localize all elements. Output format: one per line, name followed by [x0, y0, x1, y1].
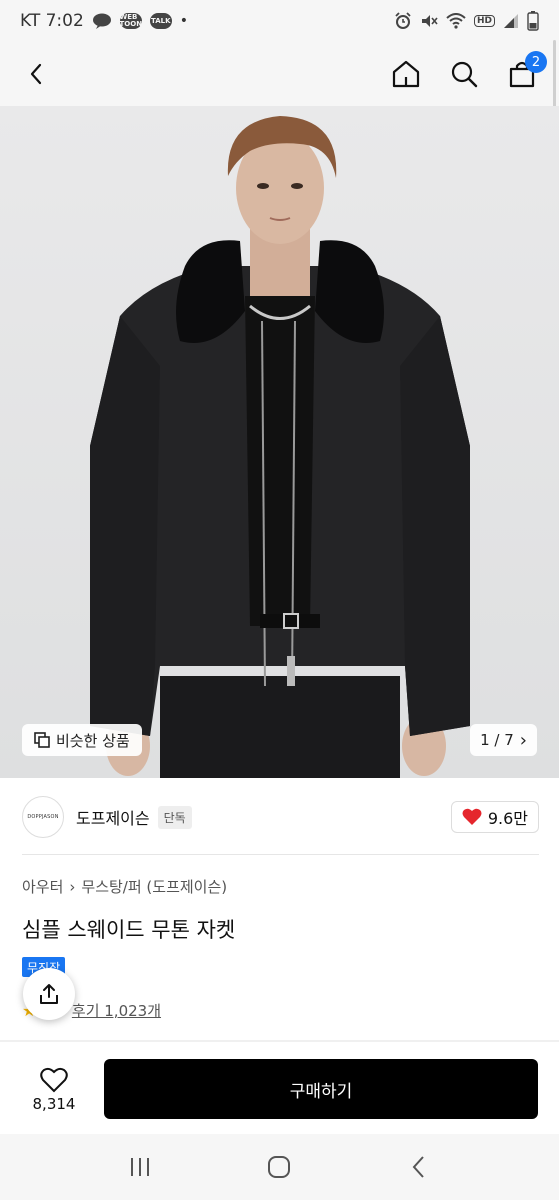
search-button[interactable] [447, 57, 481, 91]
search-icon [451, 61, 478, 88]
recent-apps-button[interactable] [120, 1147, 160, 1187]
mute-icon [420, 12, 438, 30]
page-indicator-text: 1 / 7 [480, 731, 514, 749]
wifi-icon [446, 13, 466, 29]
brand-name[interactable]: 도프제이슨 [76, 805, 150, 829]
home-circle-icon [268, 1156, 291, 1178]
talk-icon: TALK [149, 13, 172, 29]
similar-products-label: 비슷한 상품 [56, 731, 130, 750]
back-arrow-icon [30, 63, 42, 85]
category-breadcrumb: 아우터 › 무스탕/퍼 (도프제이슨) [22, 876, 227, 897]
product-image[interactable] [0, 106, 559, 778]
breadcrumb-category[interactable]: 아우터 [22, 876, 63, 897]
recent-apps-icon [130, 1158, 149, 1176]
home-icon [392, 60, 420, 88]
back-chevron-icon [412, 1156, 424, 1178]
alarm-icon [394, 12, 412, 30]
model-jacket-photo [90, 116, 470, 778]
exclusive-badge: 단독 [157, 805, 192, 829]
brand-row: DOPPJASON 도프제이슨 단독 9.6만 [22, 794, 539, 840]
system-navigation-bar [0, 1134, 559, 1200]
chevron-right-icon: › [519, 729, 527, 751]
similar-products-button[interactable]: 비슷한 상품 [22, 724, 142, 756]
copy-squares-icon [34, 732, 50, 748]
back-button[interactable] [20, 57, 54, 91]
breadcrumb-separator: › [69, 877, 76, 896]
carrier-time: KT 7:02 [20, 11, 84, 31]
webtoon-icon: WEB TOON [119, 13, 143, 29]
product-title: 심플 스웨이드 무톤 자켓 [22, 918, 236, 942]
review-count-link[interactable]: 후기 1,023개 [72, 1000, 161, 1021]
heart-filled-icon [462, 808, 482, 825]
signal-icon [503, 13, 519, 29]
wishlist-count: 8,314 [32, 1095, 76, 1113]
share-button[interactable] [23, 968, 75, 1020]
brand-like-button[interactable]: 9.6만 [450, 801, 539, 833]
battery-icon [527, 11, 539, 31]
image-page-indicator[interactable]: 1 / 7 › [470, 724, 537, 756]
home-button[interactable] [389, 57, 423, 91]
cart-count-badge: 2 [525, 51, 547, 73]
wishlist-button[interactable]: 8,314 [22, 1060, 86, 1120]
top-app-bar: 2 [0, 42, 559, 106]
hd-icon: HD [473, 15, 495, 27]
status-dot: • [179, 13, 189, 29]
breadcrumb-subcategory[interactable]: 무스탕/퍼 (도프제이슨) [81, 876, 227, 897]
share-icon [40, 984, 58, 1004]
divider [22, 854, 539, 855]
home-nav-button[interactable] [259, 1147, 299, 1187]
back-nav-button[interactable] [399, 1147, 439, 1187]
chat-bubble-icon [92, 13, 112, 29]
brand-logo-text: DOPPJASON [27, 814, 59, 820]
status-bar: KT 7:02 WEB TOON TALK • HD [0, 0, 559, 42]
heart-outline-icon [40, 1067, 68, 1093]
cart-button[interactable]: 2 [505, 51, 547, 91]
buy-button[interactable]: 구매하기 [104, 1059, 538, 1119]
scroll-indicator [553, 40, 556, 110]
brand-logo[interactable]: DOPPJASON [22, 796, 64, 838]
brand-like-count: 9.6만 [487, 809, 528, 828]
